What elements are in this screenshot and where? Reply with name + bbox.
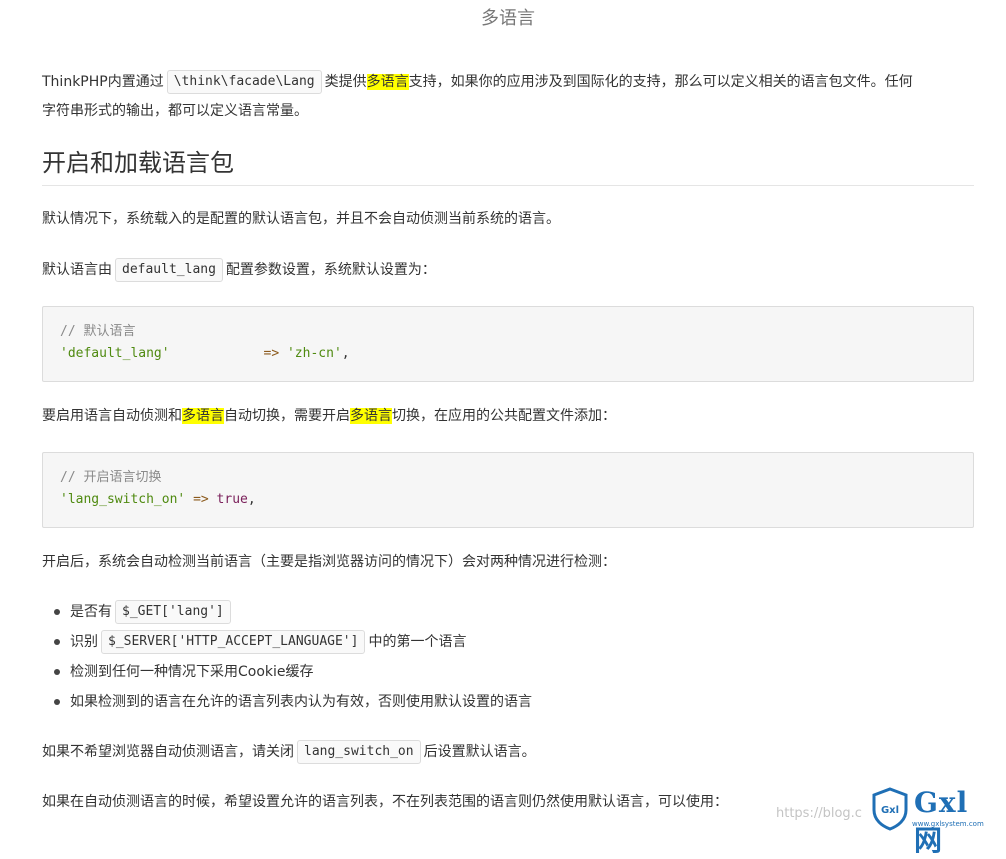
- lang-class-code: \think\facade\Lang: [166, 70, 322, 94]
- code-punctuation: ,: [341, 346, 350, 361]
- paragraph-text: 配置参数设置，系统默认设置为：: [225, 262, 436, 278]
- code-key: 'lang_switch_on': [60, 492, 186, 507]
- paragraph-text: 切换，在应用的公共配置文件添加：: [392, 408, 616, 424]
- watermark-url: https://blog.c: [776, 806, 862, 821]
- list-item-text: 检测到任何一种情况下采用Cookie缓存: [70, 664, 314, 680]
- detection-list: 是否有 $_GET['lang'] 识别 $_SERVER['HTTP_ACCEPT…: [42, 597, 532, 717]
- code-block-lang-switch: // 开启语言切换 'lang_switch_on' => true,: [42, 452, 974, 528]
- bullet-icon: [54, 639, 60, 645]
- paragraph-text: 要启用语言自动侦测和: [42, 408, 182, 424]
- intro-paragraph: ThinkPHP内置通过 \think\facade\Lang 类提供多语言支持，如…: [42, 68, 974, 126]
- list-item-text: 中的第一个语言: [368, 634, 467, 650]
- code-spacing: [170, 346, 256, 361]
- paragraph-text: 后设置默认语言。: [423, 744, 536, 760]
- code-key: 'default_lang': [60, 346, 170, 361]
- code-punctuation: ,: [247, 492, 256, 507]
- code-block-default-lang: // 默认语言 'default_lang' => 'zh-cn',: [42, 306, 974, 382]
- list-item-text: 识别: [70, 634, 98, 650]
- default-lang-code: default_lang: [115, 258, 223, 282]
- list-item-text: 如果检测到的语言在允许的语言列表内认为有效，否则使用默认设置的语言: [70, 694, 532, 710]
- search-highlight: 多语言: [182, 408, 224, 424]
- list-item: 检测到任何一种情况下采用Cookie缓存: [42, 657, 532, 687]
- paragraph-text: 默认语言由: [42, 262, 112, 278]
- paragraph-text: 自动切换，需要开启: [224, 408, 350, 424]
- shield-text: Gxl: [881, 805, 899, 816]
- page-title: 多语言: [481, 8, 535, 29]
- code-line: 'default_lang' => 'zh-cn',: [60, 343, 350, 365]
- list-item: 识别 $_SERVER['HTTP_ACCEPT_LANGUAGE'] 中的第一个语…: [42, 627, 532, 657]
- section-heading: 开启和加载语言包: [42, 142, 974, 186]
- server-accept-language-code: $_SERVER['HTTP_ACCEPT_LANGUAGE']: [101, 630, 366, 654]
- shield-icon: Gxl: [872, 787, 908, 831]
- code-line: 'lang_switch_on' => true,: [60, 489, 256, 511]
- paragraph-text: 如果不希望浏览器自动侦测语言，请关闭: [42, 744, 294, 760]
- intro-text-mid: 类提供: [324, 74, 367, 90]
- get-lang-code: $_GET['lang']: [115, 600, 231, 624]
- default-lang-paragraph: 默认语言由 default_lang 配置参数设置，系统默认设置为：: [42, 256, 974, 285]
- lang-switch-on-code: lang_switch_on: [297, 740, 421, 764]
- default-behavior-paragraph: 默认情况下，系统载入的是配置的默认语言包，并且不会自动侦测当前系统的语言。: [42, 211, 560, 227]
- list-item-text: 是否有: [70, 604, 112, 620]
- search-highlight: 多语言: [350, 408, 392, 424]
- disable-detection-paragraph: 如果不希望浏览器自动侦测语言，请关闭 lang_switch_on 后设置默认语言。: [42, 738, 974, 767]
- brand-url: www.gxlsystem.com: [912, 820, 984, 828]
- search-highlight: 多语言: [366, 74, 409, 90]
- intro-text-end: 支持，如果你的应用涉及到国际化的支持，那么可以定义相关的语言包文件。任何: [408, 74, 913, 90]
- code-operator: =>: [263, 346, 280, 361]
- intro-text-line2: 字符串形式的输出，都可以定义语言常量。: [42, 103, 308, 119]
- bullet-icon: [54, 669, 60, 675]
- bullet-icon: [54, 699, 60, 705]
- bullet-icon: [54, 609, 60, 615]
- intro-text-start: ThinkPHP内置通过: [42, 74, 164, 90]
- code-operator: =>: [193, 492, 209, 507]
- code-value: 'zh-cn': [286, 346, 342, 361]
- site-logo: Gxl Gxl 网 www.gxlsystem.com: [870, 786, 1000, 857]
- detection-paragraph: 开启后，系统会自动检测当前语言（主要是指浏览器访问的情况下）会对两种情况进行检测…: [42, 554, 616, 570]
- code-value: true: [216, 492, 248, 507]
- code-comment: // 默认语言: [60, 324, 136, 339]
- enable-switch-paragraph: 要启用语言自动侦测和多语言自动切换，需要开启多语言切换，在应用的公共配置文件添加…: [42, 402, 974, 431]
- list-item: 是否有 $_GET['lang']: [42, 597, 532, 627]
- code-comment: // 开启语言切换: [60, 470, 162, 485]
- list-item: 如果检测到的语言在允许的语言列表内认为有效，否则使用默认设置的语言: [42, 687, 532, 717]
